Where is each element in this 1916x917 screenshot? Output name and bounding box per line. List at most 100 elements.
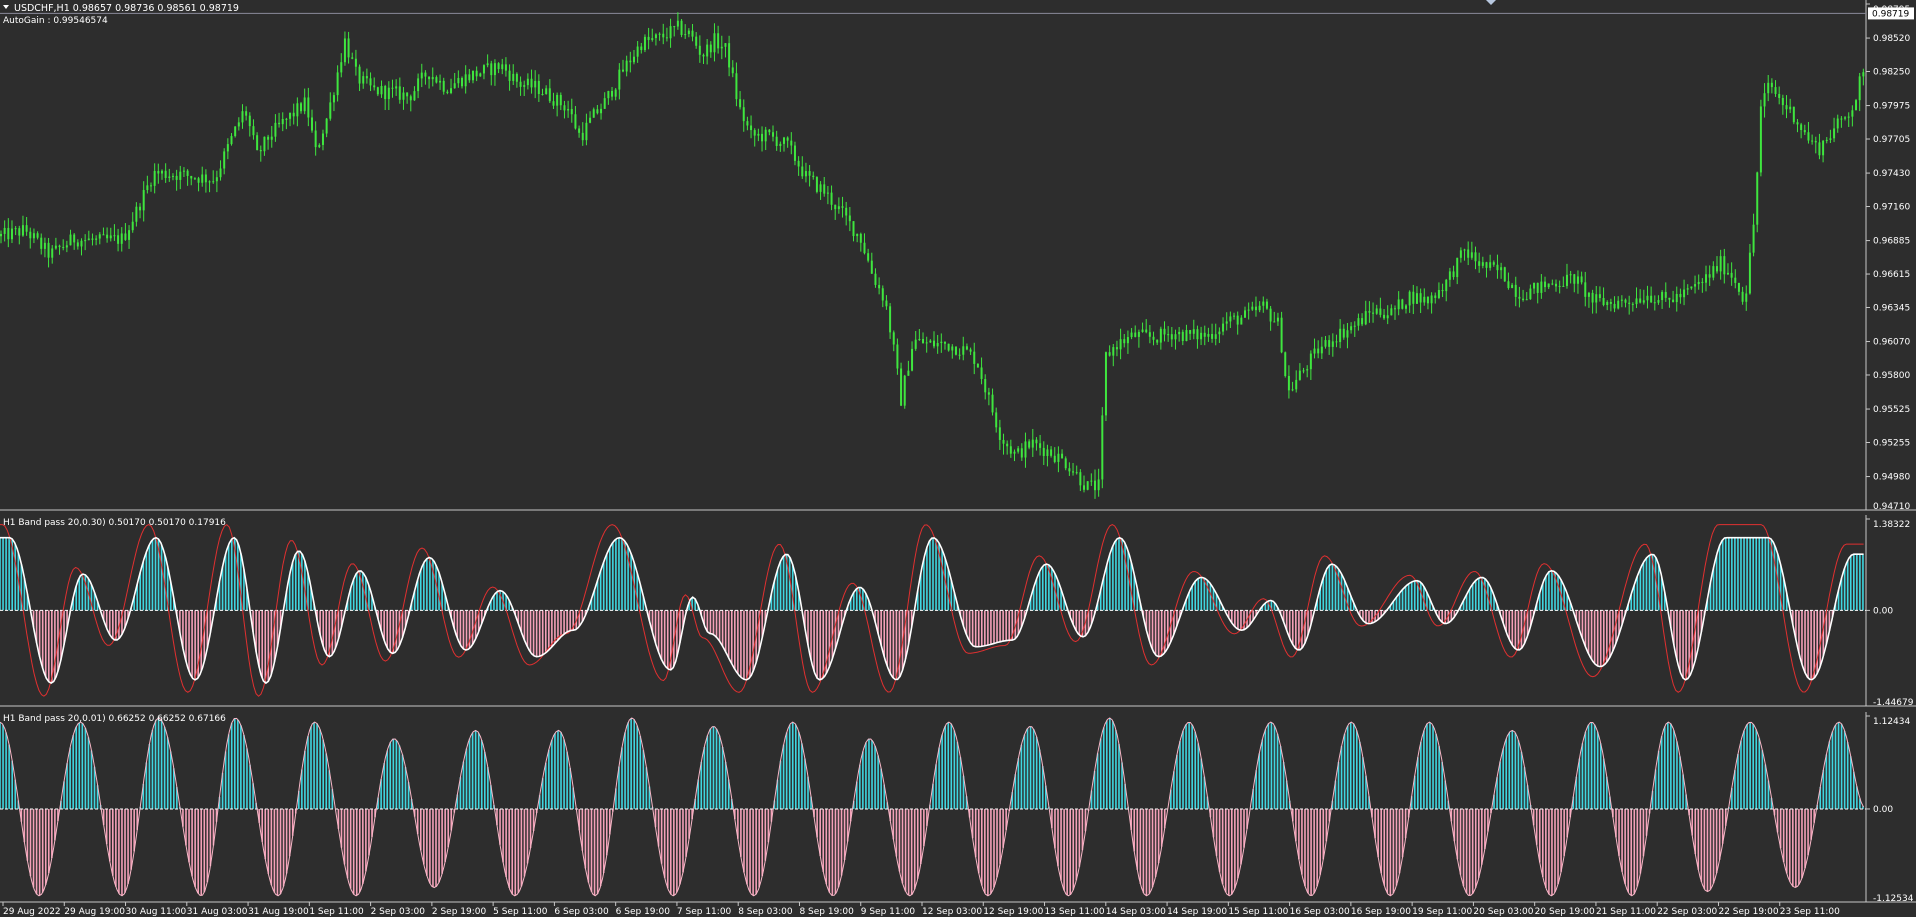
candle-body bbox=[1847, 116, 1850, 118]
candle-body bbox=[1053, 455, 1056, 462]
candle-body bbox=[687, 30, 690, 35]
candle-body bbox=[1364, 311, 1367, 325]
candle-body bbox=[1653, 302, 1656, 304]
candle-body bbox=[457, 77, 460, 84]
candle-body bbox=[940, 341, 943, 344]
candle-body bbox=[150, 185, 153, 187]
candle-body bbox=[54, 245, 57, 249]
candle-body bbox=[706, 44, 709, 57]
candle-body bbox=[51, 248, 54, 258]
candle-body bbox=[21, 225, 24, 236]
candle-body bbox=[1401, 299, 1404, 309]
candle-body bbox=[856, 233, 859, 237]
candle-body bbox=[914, 339, 917, 349]
time-axis-label: 12 Sep 19:00 bbox=[983, 907, 1043, 917]
candle-body bbox=[1792, 106, 1795, 123]
candle-body bbox=[1598, 294, 1601, 299]
trading-chart: 0.987950.985200.982500.979750.977050.974… bbox=[0, 0, 1916, 917]
candle-body bbox=[680, 20, 683, 35]
candle-body bbox=[274, 122, 277, 137]
candle-body bbox=[354, 58, 357, 67]
candle-body bbox=[398, 86, 401, 100]
candle-body bbox=[303, 97, 306, 112]
candle-body bbox=[329, 102, 332, 119]
candle-body bbox=[1251, 306, 1254, 310]
candle-body bbox=[113, 235, 116, 237]
candle-body bbox=[1778, 93, 1781, 98]
candle-body bbox=[1284, 352, 1287, 377]
candle-body bbox=[318, 144, 321, 148]
candle-body bbox=[867, 253, 870, 261]
candle-body bbox=[1690, 286, 1693, 289]
bandpass-fast-axis-tick-label: 1.38322 bbox=[1873, 520, 1910, 530]
candle-body bbox=[1609, 302, 1612, 304]
candle-body bbox=[128, 230, 131, 240]
candle-body bbox=[493, 63, 496, 76]
candle-body bbox=[1745, 293, 1748, 302]
candle-body bbox=[1137, 331, 1140, 337]
candle-body bbox=[340, 62, 343, 73]
candle-body bbox=[815, 177, 818, 192]
candle-body bbox=[311, 117, 313, 131]
candle-body bbox=[343, 38, 346, 63]
candle-body bbox=[625, 60, 628, 72]
candle-body bbox=[1112, 347, 1115, 356]
time-axis-label: 20 Sep 03:00 bbox=[1473, 907, 1533, 917]
candle-body bbox=[84, 240, 87, 242]
candle-body bbox=[541, 94, 544, 96]
candle-body bbox=[874, 273, 877, 285]
candle-body bbox=[1423, 296, 1426, 303]
candle-body bbox=[958, 354, 961, 356]
candle-body bbox=[998, 427, 1001, 440]
bandpass-fast-axis-tick-label: -1.44679 bbox=[1873, 698, 1914, 708]
time-axis-label: 20 Sep 19:00 bbox=[1535, 907, 1595, 917]
candle-body bbox=[969, 349, 972, 352]
candle-body bbox=[223, 151, 226, 169]
bandpass-fast-axis-tick-label: 0.00 bbox=[1873, 606, 1893, 616]
candle-body bbox=[976, 363, 979, 368]
time-axis-label: 23 Sep 11:00 bbox=[1780, 907, 1840, 917]
candle-body bbox=[918, 339, 921, 341]
candle-body bbox=[391, 87, 394, 89]
candle-body bbox=[1024, 441, 1027, 458]
candle-body bbox=[709, 44, 712, 53]
candle-body bbox=[1587, 292, 1590, 297]
candle-body bbox=[1225, 321, 1228, 324]
candle-body bbox=[1551, 283, 1554, 285]
candle-body bbox=[281, 118, 284, 125]
candle-body bbox=[1507, 281, 1510, 288]
time-axis-label: 2 Sep 19:00 bbox=[432, 907, 487, 917]
candle-body bbox=[731, 67, 734, 74]
candle-body bbox=[1013, 451, 1016, 454]
candle-body bbox=[1448, 271, 1451, 280]
candle-body bbox=[782, 137, 785, 144]
time-axis-label: 16 Sep 19:00 bbox=[1351, 907, 1411, 917]
candle-body bbox=[812, 175, 815, 178]
candle-body bbox=[417, 78, 420, 92]
candle-body bbox=[1672, 299, 1675, 303]
time-axis-label: 5 Sep 11:00 bbox=[493, 907, 548, 917]
candle-body bbox=[779, 143, 782, 146]
candle-body bbox=[446, 91, 449, 94]
candle-body bbox=[420, 72, 423, 79]
time-axis-label: 21 Sep 11:00 bbox=[1596, 907, 1656, 917]
candle-body bbox=[87, 238, 90, 241]
candle-body bbox=[406, 92, 409, 97]
price-axis-tick-label: 0.95255 bbox=[1873, 438, 1910, 448]
candle-body bbox=[724, 43, 727, 47]
candle-body bbox=[684, 34, 687, 36]
candle-body bbox=[713, 33, 716, 53]
candle-body bbox=[47, 242, 50, 258]
candle-body bbox=[384, 85, 387, 100]
candle-body bbox=[1606, 302, 1609, 306]
candle-body bbox=[402, 92, 405, 100]
candle-body bbox=[321, 133, 324, 145]
candle-body bbox=[534, 80, 537, 88]
candle-body bbox=[1050, 449, 1053, 456]
candle-body bbox=[98, 234, 101, 239]
candle-body bbox=[80, 240, 83, 247]
time-axis-label: 8 Sep 19:00 bbox=[799, 907, 854, 917]
candle-body bbox=[1419, 293, 1422, 303]
candle-body bbox=[1196, 329, 1199, 340]
candle-body bbox=[1104, 352, 1107, 416]
